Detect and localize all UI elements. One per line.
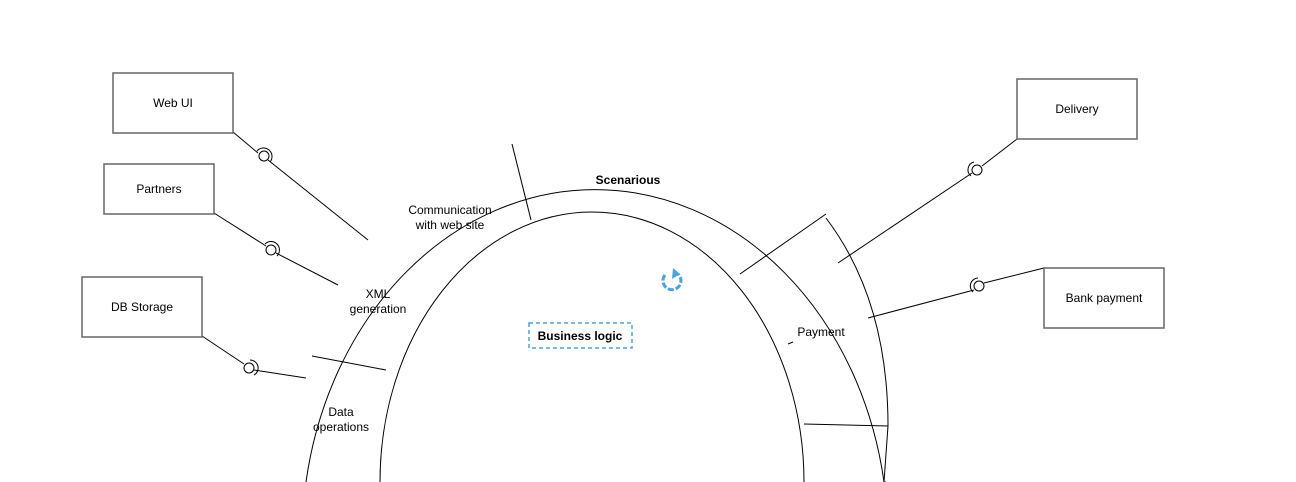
divider-payment-bottom [803,423,889,427]
box-db-storage-label: DB Storage [111,300,173,314]
box-bank-payment-label: Bank payment [1066,291,1143,305]
db-socket-icon [243,362,255,374]
divider-scen-payment [739,213,827,275]
web-ui-wire-a [232,131,259,154]
box-web-ui-label: Web UI [153,96,193,110]
delivery-wire-a [981,138,1018,167]
bank-wire-a [983,267,1045,284]
web-ui-socket-icon [258,150,270,162]
bank-wire-b [867,289,975,319]
business-logic-label[interactable]: Business logic [528,322,633,349]
db-wire-b [253,369,307,379]
box-partners-label: Partners [136,182,181,196]
payment-tick [787,341,794,345]
partners-socket-icon [265,244,277,256]
box-delivery[interactable]: Delivery [1016,78,1138,140]
delivery-wire-b [837,172,973,264]
box-delivery-label: Delivery [1055,102,1098,116]
refresh-icon[interactable] [661,268,683,292]
box-web-ui[interactable]: Web UI [112,72,234,134]
business-logic-text: Business logic [538,329,623,343]
bank-socket-icon [973,280,985,292]
delivery-socket-icon [971,164,983,176]
segment-xml-line1: XML [366,287,391,301]
divider-comm-scen [511,143,532,221]
segment-communication-line2: with web site [415,218,485,232]
segment-communication-line1: Communication [408,203,491,217]
box-bank-payment[interactable]: Bank payment [1043,267,1165,329]
db-wire-a [201,335,245,365]
box-partners[interactable]: Partners [103,163,215,215]
architecture-diagram: Scenarious Communication with web site X… [81,72,1165,482]
web-ui-wire-b [267,159,369,241]
segment-data-line2: operations [313,420,369,434]
segment-xml-line2: generation [350,302,407,316]
segment-scenarious-label: Scenarious [596,173,661,187]
partners-wire-a [213,212,267,247]
box-db-storage[interactable]: DB Storage [81,276,203,338]
segment-data-line1: Data [328,405,354,419]
divider-xml-data [311,355,387,371]
segment-payment-label: Payment [797,325,845,339]
outer-ring-right [825,217,889,482]
partners-wire-b [275,252,339,286]
